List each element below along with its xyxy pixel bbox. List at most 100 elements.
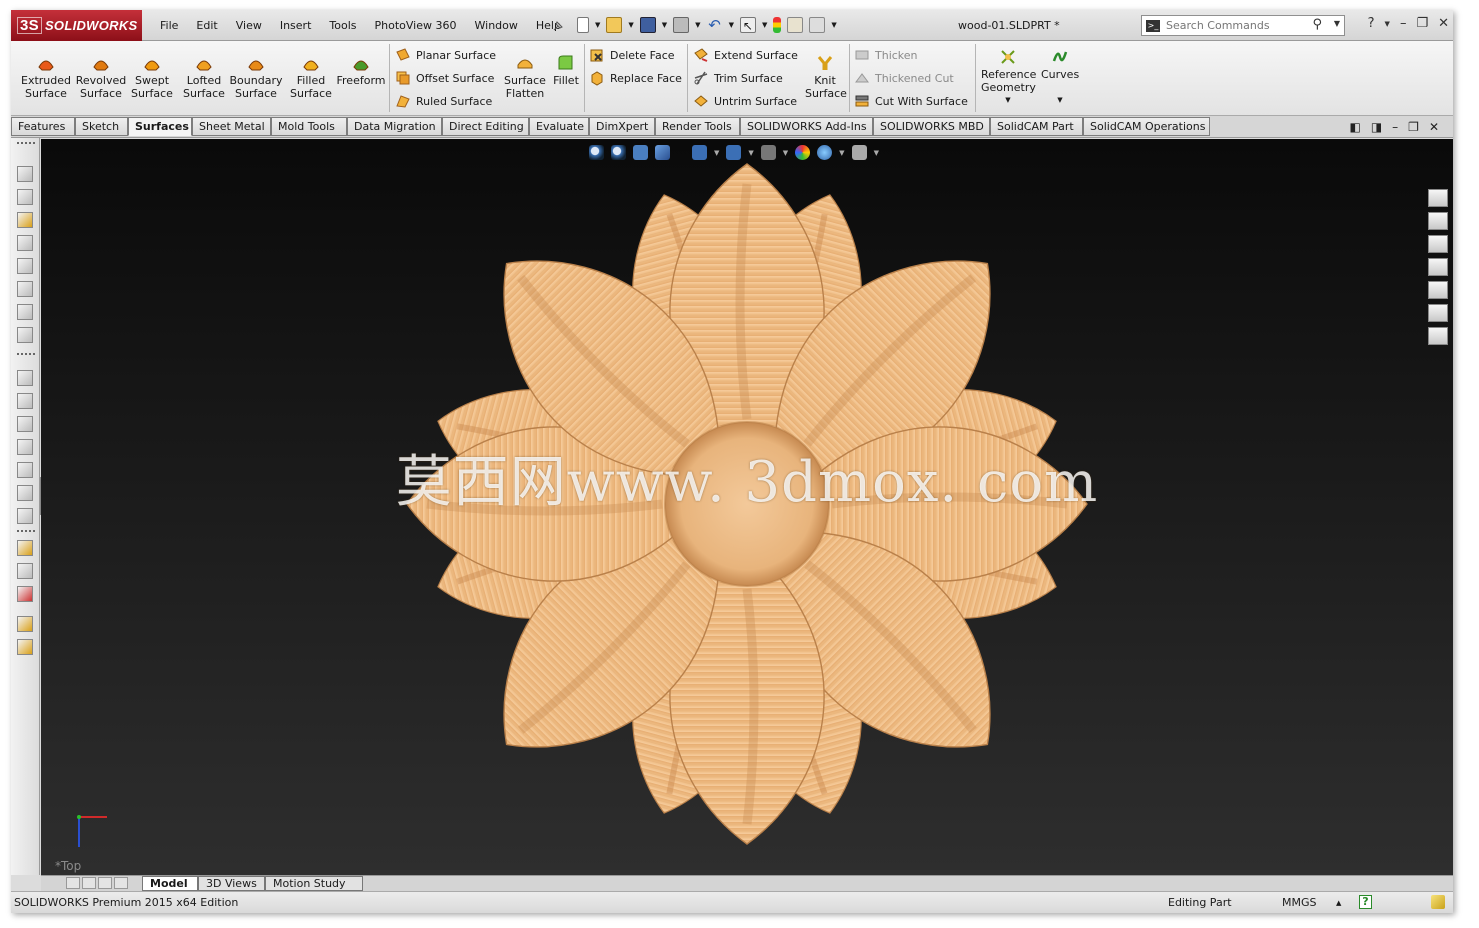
surface-flatten-button[interactable]: Surface Flatten [503, 53, 547, 100]
save-icon[interactable] [639, 17, 656, 33]
lofted-surface-button[interactable]: Lofted Surface [181, 53, 227, 100]
revolved-cut-icon[interactable] [17, 485, 33, 501]
freeform-button[interactable]: Freeform [336, 53, 386, 87]
menu-view[interactable]: View [227, 19, 271, 32]
undo-icon[interactable]: ↶ [707, 17, 723, 33]
line-icon[interactable] [17, 212, 33, 228]
solidworks-logo[interactable]: 3S SOLIDWORKS [11, 10, 142, 41]
toolbar-grip[interactable] [17, 353, 35, 355]
units-selector[interactable]: MMGS [1282, 896, 1317, 909]
tab-sheet-metal[interactable]: Sheet Metal [192, 117, 271, 136]
file-explorer-icon[interactable] [1428, 235, 1448, 253]
arc-icon[interactable] [17, 281, 33, 297]
edit-sketch-icon[interactable] [17, 540, 33, 556]
tab-model[interactable]: Model [142, 876, 198, 891]
help-icon[interactable]: ? [1359, 895, 1372, 909]
smart-dimension-icon[interactable] [17, 189, 33, 205]
tab-sketch[interactable]: Sketch [75, 117, 128, 136]
minimize-button[interactable]: – [1400, 16, 1407, 31]
rebuild-icon[interactable] [773, 17, 782, 33]
planar-surface-button[interactable]: Planar Surface [395, 45, 496, 65]
circle-icon[interactable] [17, 258, 33, 274]
tab-3d-views[interactable]: 3D Views [198, 876, 265, 891]
close-button[interactable]: ✕ [1438, 16, 1449, 31]
new-document-icon[interactable] [577, 17, 589, 33]
tag-icon[interactable] [1431, 895, 1445, 909]
fillet-feature-icon[interactable] [17, 508, 33, 524]
sketch-icon[interactable] [17, 166, 33, 182]
tab-solidworks-add-ins[interactable]: SOLIDWORKS Add-Ins [740, 117, 873, 136]
fillet-button[interactable]: Fillet [551, 53, 581, 87]
solidworks-forum-icon[interactable] [1428, 327, 1448, 345]
next-window-icon[interactable]: ◨ [1371, 120, 1382, 134]
tab-evaluate[interactable]: Evaluate [529, 117, 589, 136]
extruded-cut-icon[interactable] [17, 462, 33, 478]
previous-window-icon[interactable]: ◧ [1349, 120, 1360, 134]
open-icon[interactable] [606, 17, 623, 33]
select-icon[interactable]: ↖ [739, 17, 756, 33]
swept-boss-icon[interactable] [17, 416, 33, 432]
menu-insert[interactable]: Insert [271, 19, 321, 32]
chevron-down-icon[interactable]: ▼ [1385, 20, 1390, 28]
lofted-boss-icon[interactable] [17, 439, 33, 455]
first-tab-icon[interactable] [66, 877, 80, 889]
previous-tab-icon[interactable] [82, 877, 96, 889]
solidworks-resources-icon[interactable] [1428, 189, 1448, 207]
minimize-document-button[interactable]: – [1392, 120, 1398, 134]
pin-icon[interactable] [552, 19, 565, 32]
search-input[interactable]: Search Commands [1166, 19, 1270, 32]
trim-entities-icon[interactable] [17, 327, 33, 343]
move-face-icon[interactable] [17, 586, 33, 602]
spline-icon[interactable] [17, 304, 33, 320]
revolved-surface-button[interactable]: Revolved Surface [75, 53, 127, 100]
tab-solidworks-mbd[interactable]: SOLIDWORKS MBD [873, 117, 990, 136]
tab-motion-study-1[interactable]: Motion Study 1 [265, 876, 363, 904]
next-tab-icon[interactable] [98, 877, 112, 889]
chevron-down-icon[interactable]: ▼ [1334, 19, 1340, 28]
menu-window[interactable]: Window [466, 19, 527, 32]
chevron-down-icon[interactable]: ▼ [981, 94, 1035, 107]
search-icon[interactable]: ⚲ [1312, 17, 1322, 32]
extend-surface-button[interactable]: Extend Surface [693, 45, 798, 65]
toolbar-grip[interactable] [17, 530, 35, 532]
knit-surface-button[interactable]: Knit Surface [805, 53, 847, 100]
filled-surface-button[interactable]: Filled Surface [290, 53, 332, 100]
ruled-surface-button[interactable]: Ruled Surface [395, 91, 492, 111]
menu-photoview-360[interactable]: PhotoView 360 [366, 19, 466, 32]
thickened-cut-button[interactable]: Thickened Cut [854, 68, 954, 88]
tab-render-tools[interactable]: Render Tools [655, 117, 740, 136]
appearances-scenes-icon[interactable] [1428, 281, 1448, 299]
view-palette-icon[interactable] [1428, 258, 1448, 276]
extruded-boss-icon[interactable] [17, 370, 33, 386]
untrim-surface-button[interactable]: Untrim Surface [693, 91, 797, 111]
cut-with-surface-button[interactable]: Cut With Surface [854, 91, 968, 111]
design-library-icon[interactable] [1428, 212, 1448, 230]
reference-geometry-button[interactable]: Reference Geometry ▼ [981, 47, 1036, 107]
file-properties-icon[interactable] [787, 17, 804, 33]
tab-mold-tools[interactable]: Mold Tools [271, 117, 347, 136]
search-commands[interactable]: >_ Search Commands ⚲ ▼ [1141, 15, 1345, 36]
menu-file[interactable]: File [151, 19, 187, 32]
graphics-area[interactable]: ▼ ▼ ▼ ▼ ▼ 莫西网www. 3dmox. com *Top [41, 139, 1453, 875]
tab-solidcam-operations[interactable]: SolidCAM Operations [1083, 117, 1210, 136]
chevron-down-icon[interactable]: ▼ [1041, 94, 1079, 107]
restore-button[interactable]: ❐ [1416, 16, 1428, 31]
rectangle-icon[interactable] [17, 235, 33, 251]
toolbar-grip[interactable] [17, 142, 35, 144]
chevron-up-icon[interactable]: ▲ [1336, 899, 1341, 907]
boundary-surface-button[interactable]: Boundary Surface [227, 53, 285, 100]
trim-surface-button[interactable]: Trim Surface [693, 68, 783, 88]
menu-tools[interactable]: Tools [320, 19, 365, 32]
restore-document-button[interactable]: ❐ [1408, 120, 1419, 134]
tab-surfaces[interactable]: Surfaces [128, 117, 192, 136]
mirror-icon[interactable] [17, 639, 33, 655]
delete-face-button[interactable]: Delete Face [589, 45, 675, 65]
replace-face-button[interactable]: Replace Face [589, 68, 682, 88]
tab-dimxpert[interactable]: DimXpert [589, 117, 655, 136]
tab-features[interactable]: Features [11, 117, 75, 136]
extruded-surface-button[interactable]: Extruded Surface [19, 53, 73, 100]
tab-solidcam-part[interactable]: SolidCAM Part [990, 117, 1083, 136]
curves-button[interactable]: Curves ▼ [1041, 47, 1079, 107]
insert-part-icon[interactable] [17, 616, 33, 632]
options-icon[interactable] [809, 17, 826, 33]
